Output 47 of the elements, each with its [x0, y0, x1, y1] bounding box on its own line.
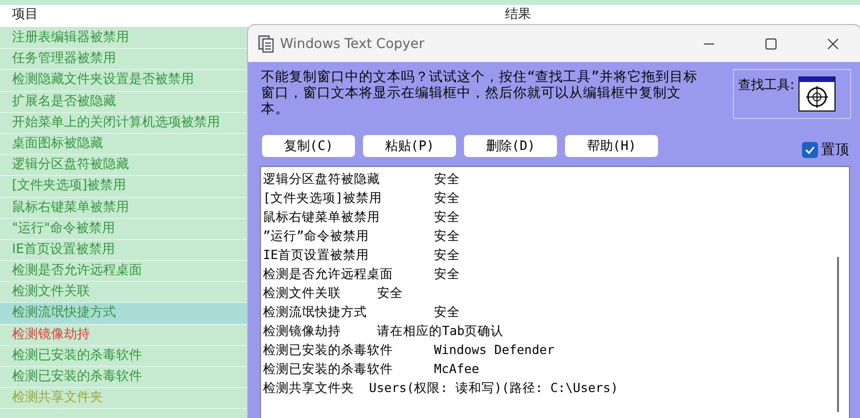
column-header[interactable]: 结果 [505, 8, 531, 22]
text-editor[interactable] [260, 166, 850, 418]
text-line: ”运行”命令被禁用 安全 [263, 227, 461, 245]
text-line: 检测已安装的杀毒软件 Windows Defender [263, 341, 556, 359]
close-icon [827, 38, 839, 50]
text-line: 逻辑分区盘符被隐藏 安全 [263, 170, 461, 188]
documents-icon [258, 34, 274, 52]
crosshair-icon[interactable] [798, 76, 836, 112]
text-line: IE首页设置被禁用 安全 [263, 246, 461, 264]
text-line: 鼠标右键菜单被禁用 安全 [263, 208, 461, 226]
scrollbar[interactable] [837, 257, 839, 412]
text-line: 检测共享文件夹 Users(权限: 读和写)(路径: C:\Users) [263, 379, 620, 397]
text-line: 检测流氓快捷方式 安全 [263, 303, 461, 321]
maximize-icon [765, 38, 777, 50]
instruction-text: 不能复制窗口中的文本吗？试试这个，按住“查找工具”并将它拖到目标窗口，窗口文本将显示在编辑框中，然后你就可以从编辑框中复制文本。 [261, 69, 698, 119]
list-row[interactable]: 检测共享文件夹 [0, 388, 248, 410]
list-row[interactable]: "运行"命令被禁用 [0, 218, 248, 240]
list-row[interactable]: 桌面图标被隐藏 [0, 134, 248, 156]
window-title: Windows Text Copyer [280, 36, 426, 52]
text-line: 检测文件关联 安全 [263, 284, 404, 302]
list-row[interactable]: [文件夹选项]被禁用 [0, 176, 248, 198]
list-row[interactable]: 扩展名是否被隐藏 [0, 92, 248, 113]
list-row[interactable]: 鼠标右键菜单被禁用 [0, 198, 248, 219]
text-line: 检测已安装的杀毒软件 McAfee [263, 360, 480, 378]
action-button[interactable]: 粘贴(P) [363, 135, 456, 157]
finder-label: 查找工具: [738, 77, 794, 95]
list-row[interactable]: 检测是否允许远程桌面 [0, 261, 248, 282]
text-line: 检测镜像劫持 请在相应的Tab页确认 [263, 322, 505, 340]
list-row[interactable]: 检测文件关联 [0, 282, 248, 304]
list-row[interactable]: 任务管理器被禁用 [0, 49, 248, 70]
list-row[interactable]: 检测流氓快捷方式 [0, 303, 248, 325]
action-button[interactable]: 复制(C) [262, 135, 355, 157]
list-row[interactable]: 检测已安装的杀毒软件 [0, 367, 248, 388]
list-row[interactable]: 逻辑分区盘符被隐藏 [0, 155, 248, 176]
list-row[interactable]: 开始菜单上的关闭计算机选项被禁用 [0, 112, 248, 134]
column-header[interactable]: 项目 [12, 8, 38, 22]
list-row[interactable]: 检测隐藏文件夹设置是否被禁用 [0, 70, 248, 92]
list-row[interactable]: 检测镜像劫持 [0, 324, 248, 346]
topmost-checkbox[interactable]: 置顶 [802, 141, 849, 159]
text-line: [文件夹选项]被禁用 安全 [263, 189, 461, 207]
list-row[interactable]: IE首页设置被禁用 [0, 240, 248, 262]
list-row[interactable]: 检测已安装的杀毒软件 [0, 346, 248, 367]
action-button[interactable]: 帮助(H) [565, 135, 658, 157]
check-icon [805, 145, 815, 155]
text-line: 检测是否允许远程桌面 安全 [263, 265, 461, 283]
list-row[interactable]: 注册表编辑器被禁用 [0, 28, 248, 50]
action-button[interactable]: 删除(D) [464, 135, 557, 157]
